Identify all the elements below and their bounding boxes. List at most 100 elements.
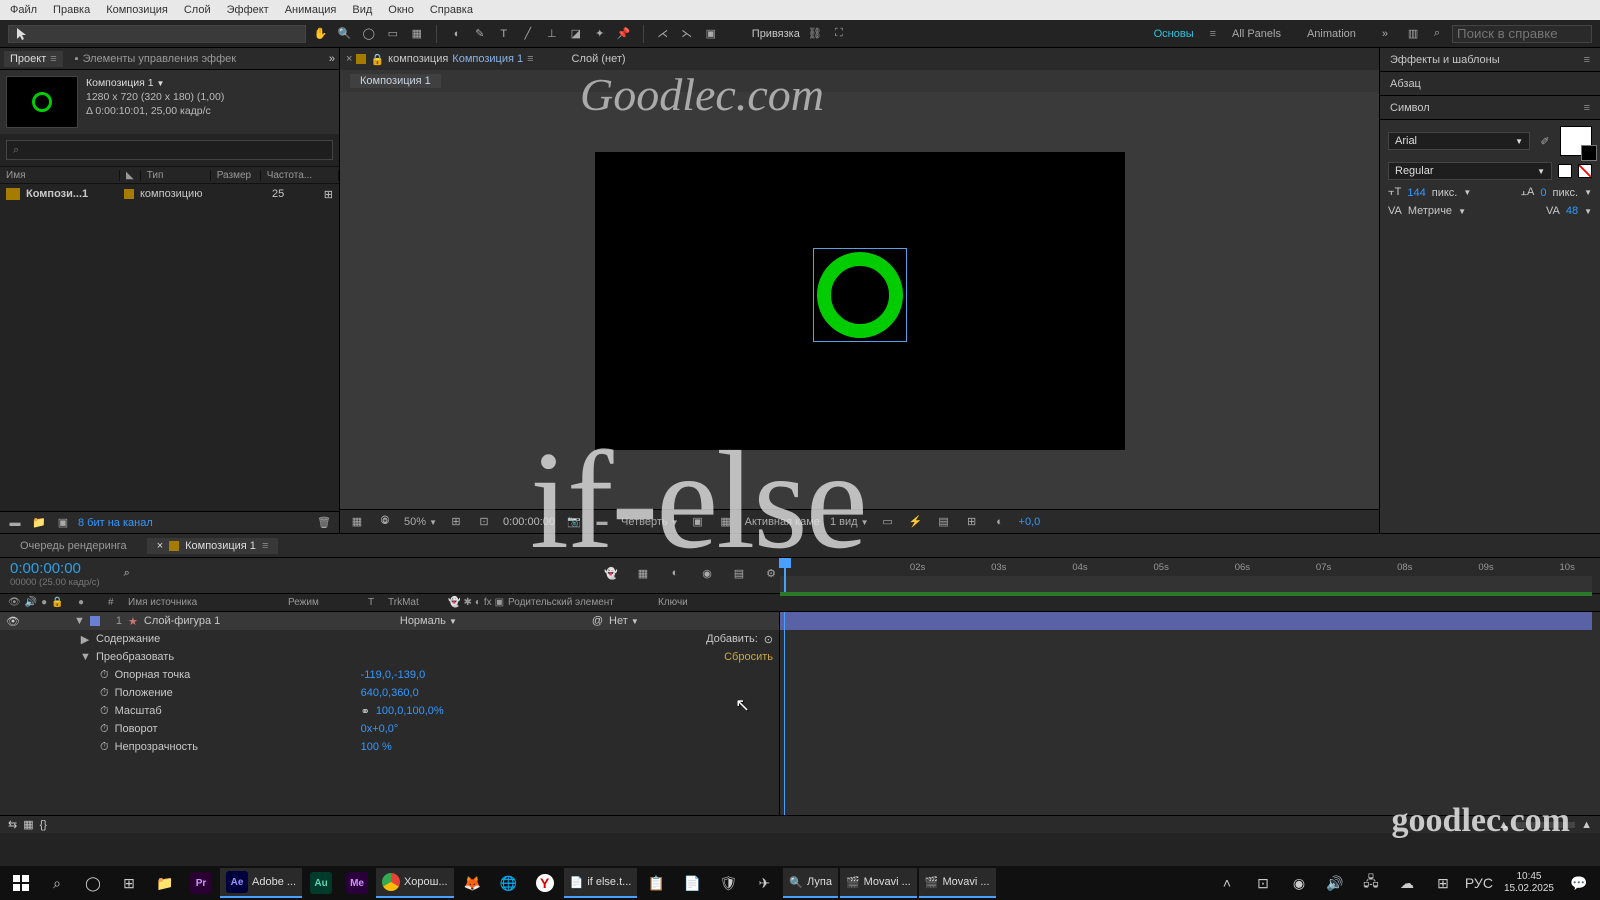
leading-value[interactable]: 48	[1566, 205, 1578, 217]
workspace-allpanels[interactable]: All Panels	[1222, 26, 1291, 42]
tracking-value[interactable]: 0	[1540, 187, 1546, 199]
snapshot-icon[interactable]: 📷	[565, 513, 583, 531]
prop-opacity-value[interactable]: 100 %	[361, 741, 392, 753]
shy-icon[interactable]: 👻	[602, 564, 620, 582]
layer-name[interactable]: Слой-фигура 1	[144, 615, 394, 627]
language-indicator[interactable]: РУС	[1462, 868, 1496, 898]
camera-dropdown[interactable]: Активная каме	[745, 516, 820, 528]
menu-view[interactable]: Вид	[346, 2, 378, 18]
telegram-icon[interactable]: ✈	[747, 868, 781, 898]
app-icon[interactable]: 📋	[639, 868, 673, 898]
edge-icon[interactable]: 🌐	[492, 868, 526, 898]
opacity-row[interactable]: ⏱ Непрозрачность 100 %	[0, 738, 779, 756]
chrome-app[interactable]: Хорош...	[376, 868, 454, 898]
new-comp-icon[interactable]: ▣	[54, 514, 72, 532]
contents-group[interactable]: ▶ Содержание Добавить: ⊙	[0, 630, 779, 648]
col-type[interactable]: Тип	[141, 170, 211, 181]
volume-icon[interactable]: 🔊	[1318, 868, 1352, 898]
shape-tool[interactable]: ◖	[447, 25, 465, 43]
lock-toggle-icon[interactable]: 🔒	[51, 597, 63, 608]
brush-tool[interactable]: ╱	[519, 25, 537, 43]
paragraph-panel-header[interactable]: Абзац	[1380, 72, 1600, 96]
twirl-icon[interactable]: ▶	[80, 633, 90, 646]
help-search-input[interactable]	[1452, 25, 1592, 43]
zoom-slider[interactable]	[1515, 822, 1575, 828]
add-menu-icon[interactable]: ⊙	[764, 633, 773, 646]
stroke-swap[interactable]	[1558, 164, 1572, 178]
layer-label[interactable]	[90, 616, 100, 626]
anchor-point-row[interactable]: ⏱ Опорная точка -119,0,-139,0	[0, 666, 779, 684]
time-ruler[interactable]: 02s 03s 04s 05s 06s 07s 08s 09s 10s	[780, 558, 1600, 593]
render-queue-tab[interactable]: Очередь рендеринга	[10, 538, 137, 554]
composition-viewer[interactable]	[340, 92, 1379, 509]
start-button[interactable]	[4, 868, 38, 898]
font-style-dropdown[interactable]: Regular▼	[1388, 162, 1552, 180]
pen-tool[interactable]: ✎	[471, 25, 489, 43]
label-col-icon[interactable]: ●	[78, 597, 84, 608]
workspace-overflow[interactable]: »	[1372, 26, 1398, 42]
menu-help[interactable]: Справка	[424, 2, 479, 18]
av-toggle-icon[interactable]: 👁	[8, 597, 21, 608]
motionblur-icon[interactable]: ◉	[698, 564, 716, 582]
camera-tool[interactable]: ▦	[408, 25, 426, 43]
transparency-icon[interactable]: ▦	[717, 513, 735, 531]
col-parent[interactable]: Родительский элемент	[500, 597, 650, 608]
mask-icon[interactable]: 🞋	[376, 513, 394, 531]
explorer-icon[interactable]: 📁	[148, 868, 182, 898]
tray-icon[interactable]: ☁	[1390, 868, 1424, 898]
menu-window[interactable]: Окно	[382, 2, 420, 18]
blend-mode-dropdown[interactable]: Нормаль ▼	[400, 615, 500, 627]
layer-duration-bar[interactable]	[780, 612, 1592, 630]
orbit-tool[interactable]: ◯	[360, 25, 378, 43]
interpret-icon[interactable]: ▬	[6, 514, 24, 532]
shape-ring[interactable]	[817, 252, 903, 338]
workspace-animation[interactable]: Animation	[1297, 26, 1366, 42]
eraser-tool[interactable]: ◪	[567, 25, 585, 43]
menu-edit[interactable]: Правка	[47, 2, 96, 18]
pickwhip-icon[interactable]: @	[592, 615, 603, 627]
reset-exp-icon[interactable]: ◐	[991, 513, 1009, 531]
menu-animation[interactable]: Анимация	[279, 2, 343, 18]
current-time-indicator[interactable]	[784, 558, 786, 593]
reset-button[interactable]: Сбросить	[724, 651, 773, 663]
col-rate[interactable]: Частота...	[261, 170, 339, 181]
track-area[interactable]	[780, 612, 1600, 815]
trkmat-dropdown[interactable]: Нет ▼	[609, 615, 689, 627]
roto-tool[interactable]: ✦	[591, 25, 609, 43]
audition-app[interactable]: Au	[304, 868, 338, 898]
tray-icon[interactable]: ⊡	[1246, 868, 1280, 898]
pixel-aspect-icon[interactable]: ▭	[879, 513, 897, 531]
stopwatch-icon[interactable]: ⏱	[100, 741, 109, 754]
text-tool[interactable]: T	[495, 25, 513, 43]
app-icon[interactable]: 📄	[675, 868, 709, 898]
selection-tool[interactable]	[8, 25, 306, 43]
hand-tool[interactable]: ✋	[312, 25, 330, 43]
project-item-row[interactable]: Компози...1 композицию 25 ⊞	[0, 184, 339, 204]
movavi-app2[interactable]: 🎬Movavi ...	[919, 868, 996, 898]
tray-up-icon[interactable]: ˄	[1210, 868, 1244, 898]
cortana-icon[interactable]: ◯	[76, 868, 110, 898]
menu-composition[interactable]: Композиция	[100, 2, 174, 18]
twirl-icon[interactable]: ▼	[74, 615, 84, 627]
timeline-search-icon[interactable]: ⌕	[124, 567, 130, 580]
roi-icon[interactable]: ▣	[689, 513, 707, 531]
toggle-switches-icon[interactable]: ⇆	[8, 818, 17, 831]
graph-icon[interactable]: ▤	[730, 564, 748, 582]
panel-toggle-icon[interactable]: ▥	[1404, 25, 1422, 43]
timeline-icon[interactable]: ▤	[935, 513, 953, 531]
flowchart-icon[interactable]: ⊞	[324, 188, 333, 201]
effects-panel-header[interactable]: Эффекты и шаблоны≡	[1380, 48, 1600, 72]
axis-view[interactable]: ▣	[702, 25, 720, 43]
rotation-row[interactable]: ⏱ Поворот 0x+0,0°	[0, 720, 779, 738]
comp-breadcrumb[interactable]: Композиция 1	[350, 74, 441, 88]
canvas[interactable]	[595, 152, 1125, 450]
layer-tab[interactable]: Слой (нет)	[572, 53, 626, 65]
eyedropper-icon[interactable]: ✐	[1536, 132, 1554, 150]
rotate-tool[interactable]: ▭	[384, 25, 402, 43]
prop-rotation-value[interactable]: 0x+0,0°	[361, 723, 399, 735]
views-dropdown[interactable]: 1 вид ▼	[830, 516, 869, 528]
fast-preview-icon[interactable]: ⚡	[907, 513, 925, 531]
folder-icon[interactable]: 📁	[30, 514, 48, 532]
fill-color-swatch[interactable]	[1560, 126, 1592, 156]
app-icon[interactable]: 🛡	[711, 868, 745, 898]
